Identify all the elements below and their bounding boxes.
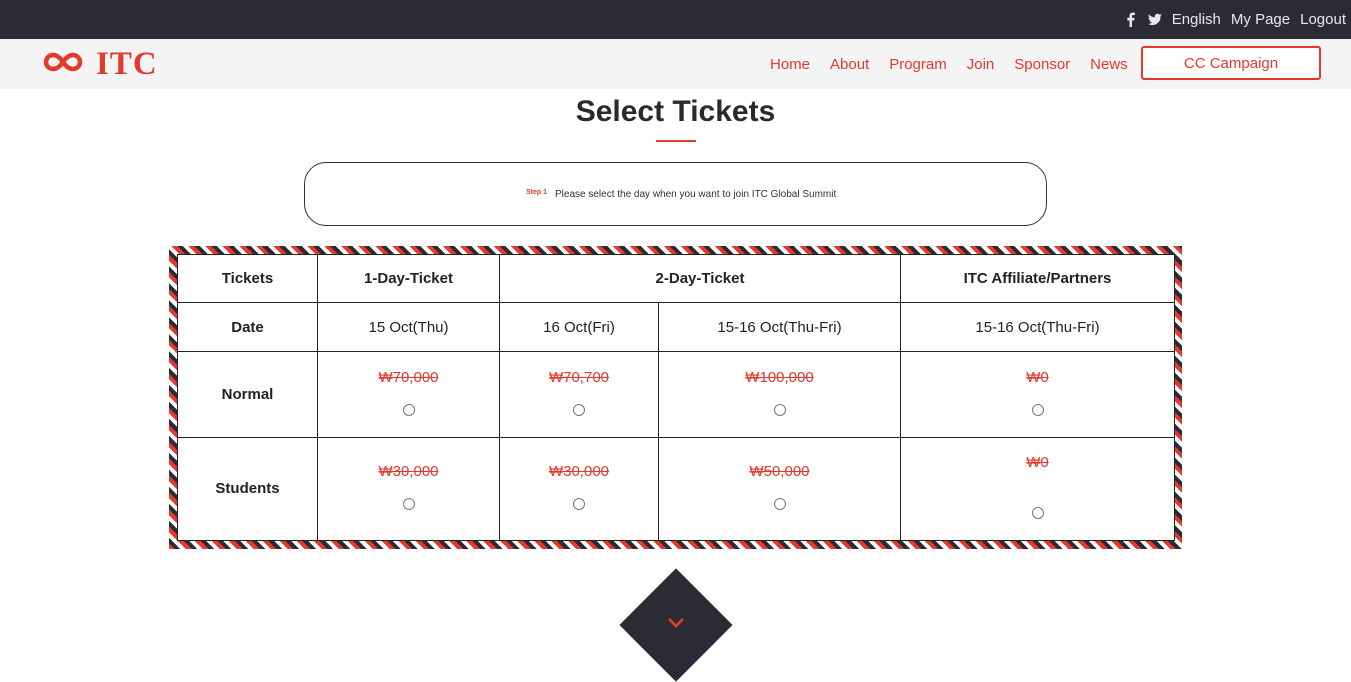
title-underline xyxy=(656,140,696,142)
price: ₩70,000 xyxy=(378,368,439,386)
cc-campaign-button[interactable]: CC Campaign xyxy=(1141,46,1321,80)
twitter-icon[interactable] xyxy=(1147,12,1162,28)
date-label: Date xyxy=(177,302,318,353)
ticket-radio[interactable] xyxy=(773,403,786,416)
table-row-date: Date 15 Oct(Thu) 16 Oct(Fri) 15-16 Oct(T… xyxy=(177,302,1175,353)
date-cell: 15-16 Oct(Thu-Fri) xyxy=(658,302,901,353)
price-cell: ₩30,000 xyxy=(499,436,659,542)
header-tickets: Tickets xyxy=(177,253,318,304)
header-1-day: 1-Day-Ticket xyxy=(317,253,500,304)
nav-sponsor[interactable]: Sponsor xyxy=(1014,56,1070,73)
logo-text: ITC xyxy=(96,46,158,82)
infinity-logo-icon xyxy=(40,50,86,79)
header-2-day: 2-Day-Ticket xyxy=(499,253,901,304)
table-header-row: Tickets 1-Day-Ticket 2-Day-Ticket ITC Af… xyxy=(177,253,1175,304)
price: ₩30,000 xyxy=(548,463,610,481)
date-cell: 15-16 Oct(Thu-Fri) xyxy=(900,302,1175,353)
date-cell: 16 Oct(Fri) xyxy=(499,302,659,353)
ticket-radio[interactable] xyxy=(773,498,786,511)
ticket-table-wrapper: Tickets 1-Day-Ticket 2-Day-Ticket ITC Af… xyxy=(177,253,1175,542)
logo[interactable]: ITC xyxy=(40,46,158,83)
price: ₩0 xyxy=(1026,368,1049,386)
row-label-normal: Normal xyxy=(177,351,318,438)
ticket-radio[interactable] xyxy=(573,403,585,416)
ticket-radio[interactable] xyxy=(402,498,415,511)
main-nav: Home About Program Join Sponsor News xyxy=(770,39,1128,89)
nav-join[interactable]: Join xyxy=(967,56,995,73)
price-cell: ₩30,000 xyxy=(317,436,500,542)
ticket-radio[interactable] xyxy=(1031,403,1044,416)
row-label-students: Students xyxy=(177,436,318,542)
top-bar: English My Page Logout xyxy=(0,0,1351,39)
nav-news[interactable]: News xyxy=(1090,56,1128,73)
step-label: Step 1 xyxy=(526,189,548,196)
price-cell: ₩70,700 xyxy=(499,351,659,438)
ticket-radio[interactable] xyxy=(1031,506,1044,519)
nav-home[interactable]: Home xyxy=(770,56,810,73)
logout-link[interactable]: Logout xyxy=(1300,11,1346,28)
table-row-normal: Normal ₩70,000 ₩70,700 ₩100,000 ₩0 xyxy=(177,351,1175,438)
mypage-link[interactable]: My Page xyxy=(1231,11,1290,28)
price-cell: ₩100,000 xyxy=(658,351,901,438)
nav-about[interactable]: About xyxy=(830,56,869,73)
ticket-table: Tickets 1-Day-Ticket 2-Day-Ticket ITC Af… xyxy=(177,253,1175,542)
top-bar-links: English My Page Logout xyxy=(1124,0,1346,39)
language-link[interactable]: English xyxy=(1172,11,1221,28)
price: ₩70,700 xyxy=(548,368,610,386)
header-affiliate: ITC Affiliate/Partners xyxy=(900,253,1175,304)
price-cell: ₩0 xyxy=(900,351,1175,438)
price: ₩30,000 xyxy=(378,463,439,481)
price: ₩100,000 xyxy=(745,368,814,386)
main-navbar: ITC Home About Program Join Sponsor News… xyxy=(0,39,1351,89)
page-title: Select Tickets xyxy=(575,95,776,128)
chevron-down-icon xyxy=(667,615,685,629)
step-box: Step 1 Please select the day when you wa… xyxy=(304,162,1047,226)
price: ₩50,000 xyxy=(749,463,810,481)
price-cell: ₩50,000 xyxy=(658,436,901,542)
step-instruction: Please select the day when you want to j… xyxy=(555,189,837,200)
facebook-icon[interactable] xyxy=(1124,12,1138,28)
nav-program[interactable]: Program xyxy=(889,56,947,73)
table-row-students: Students ₩30,000 ₩30,000 ₩50,000 ₩0 xyxy=(177,436,1175,542)
price: ₩0 xyxy=(1026,453,1049,471)
date-cell: 15 Oct(Thu) xyxy=(317,302,500,353)
price-cell: ₩0 xyxy=(900,436,1175,542)
ticket-radio[interactable] xyxy=(573,498,585,511)
ticket-radio[interactable] xyxy=(402,403,415,416)
price-cell: ₩70,000 xyxy=(317,351,500,438)
ticket-table-frame: Tickets 1-Day-Ticket 2-Day-Ticket ITC Af… xyxy=(169,246,1182,549)
